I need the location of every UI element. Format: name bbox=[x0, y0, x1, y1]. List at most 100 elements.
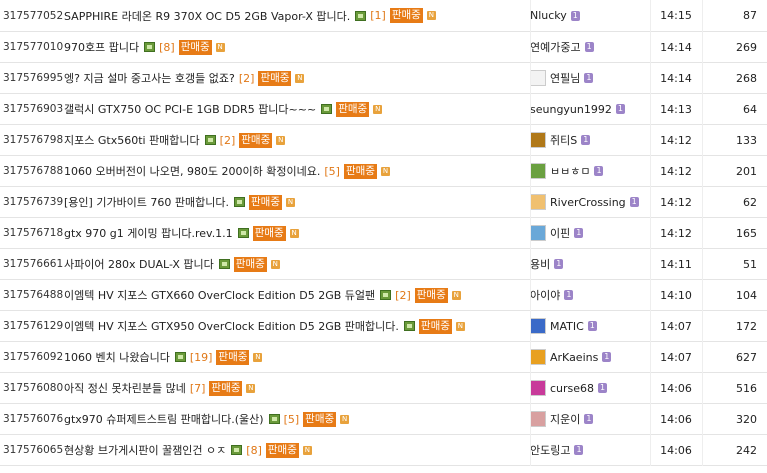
sale-status-badge: 판매중 bbox=[239, 132, 273, 148]
comment-count[interactable]: [5] bbox=[324, 165, 340, 178]
level-badge-icon: 1 bbox=[629, 197, 639, 207]
new-post-icon: N bbox=[426, 11, 436, 20]
author-name[interactable]: Nlucky bbox=[530, 9, 567, 22]
author-avatar-icon bbox=[530, 349, 546, 365]
post-title-link[interactable]: 970호프 팝니다 bbox=[64, 39, 139, 55]
post-row: 317576076 gtx970 슈퍼제트스트림 판매합니다.(울산) [5] 판매중… bbox=[0, 404, 767, 435]
sale-status-badge: 판매중 bbox=[414, 287, 448, 303]
comment-count[interactable]: [2] bbox=[220, 134, 236, 147]
view-count: 516 bbox=[736, 381, 757, 395]
post-time: 14:12 bbox=[660, 226, 692, 240]
author-avatar-icon bbox=[530, 225, 546, 241]
level-badge-icon: 1 bbox=[570, 10, 580, 21]
post-title-link[interactable]: 1060 벤치 나왔습니다 bbox=[64, 349, 170, 365]
author-name[interactable]: 아이야 bbox=[530, 287, 560, 303]
post-row: 317576718 gtx 970 g1 게이밍 팝니다.rev.1.1 판매중 N 이… bbox=[0, 218, 767, 249]
level-badge-icon: 1 bbox=[574, 445, 584, 455]
post-title-link[interactable]: 사파이어 280x DUAL-X 팝니다 bbox=[64, 256, 214, 272]
comment-count[interactable]: [8] bbox=[246, 444, 262, 457]
author-avatar-icon bbox=[530, 132, 546, 148]
author-name[interactable]: curse68 bbox=[550, 382, 594, 395]
level-badge-icon: 1 bbox=[598, 383, 608, 393]
author-cell: seungyun1992 1 bbox=[530, 103, 650, 116]
author-name[interactable]: 안도링고 bbox=[530, 442, 570, 458]
post-row: 317576065 현상황 브가게시판이 꿀잼인건 ㅇㅈ [8] 판매중 N 안도링고 1 1… bbox=[0, 435, 767, 466]
post-time: 14:12 bbox=[660, 164, 692, 178]
level-badge-icon: 1 bbox=[574, 228, 584, 238]
level-badge-icon: 1 bbox=[564, 290, 574, 300]
post-number: 317576488 bbox=[3, 289, 64, 301]
author-name[interactable]: ㅂㅂㅎㅁ bbox=[550, 163, 590, 179]
post-title-link[interactable]: 엥? 지금 설마 중고사는 호갱들 없죠? bbox=[64, 70, 235, 86]
post-title-link[interactable]: [용인] 기가바이트 760 판매합니다. bbox=[64, 194, 229, 210]
comment-count[interactable]: [2] bbox=[395, 289, 411, 302]
post-title-link[interactable]: 1060 오버버전이 나오면, 980도 200이하 확정이네요. bbox=[64, 163, 320, 179]
author-avatar-icon bbox=[530, 70, 546, 86]
sale-status-badge: 판매중 bbox=[252, 225, 286, 241]
sale-status-badge: 판매중 bbox=[233, 256, 267, 272]
author-name[interactable]: 지운이 bbox=[550, 411, 580, 427]
post-row: 317576798 지포스 Gtx560ti 판매합니다 [2] 판매중 N 쥐티S 1 14… bbox=[0, 125, 767, 156]
comment-count[interactable]: [2] bbox=[239, 72, 255, 85]
image-attached-icon bbox=[234, 197, 246, 207]
author-name[interactable]: MATIC bbox=[550, 320, 584, 333]
author-name[interactable]: ArKaeins bbox=[550, 351, 598, 364]
author-cell: 안도링고 1 bbox=[530, 442, 650, 458]
author-name[interactable]: seungyun1992 bbox=[530, 103, 612, 116]
author-cell: 연필님 1 bbox=[530, 70, 650, 86]
comment-count[interactable]: [8] bbox=[159, 41, 175, 54]
post-title-cell: [용인] 기가바이트 760 판매합니다. 판매중 N bbox=[64, 194, 530, 210]
image-attached-icon bbox=[321, 104, 333, 114]
view-count: 64 bbox=[743, 102, 757, 116]
author-name[interactable]: RiverCrossing bbox=[550, 196, 626, 209]
post-title-cell: gtx 970 g1 게이밍 팝니다.rev.1.1 판매중 N bbox=[64, 225, 530, 241]
post-title-link[interactable]: gtx970 슈퍼제트스트림 판매합니다.(울산) bbox=[64, 411, 264, 427]
post-title-cell: gtx970 슈퍼제트스트림 판매합니다.(울산) [5] 판매중 N bbox=[64, 411, 530, 427]
post-number: 317576718 bbox=[3, 227, 64, 239]
author-name[interactable]: 연예가중고 bbox=[530, 39, 581, 55]
post-time: 14:10 bbox=[660, 288, 692, 302]
post-title-link[interactable]: 현상황 브가게시판이 꿀잼인건 ㅇㅈ bbox=[64, 442, 226, 458]
post-time: 14:13 bbox=[660, 102, 692, 116]
author-name[interactable]: 용비 bbox=[530, 256, 550, 272]
author-avatar-icon bbox=[530, 318, 546, 334]
image-attached-icon bbox=[355, 10, 367, 21]
post-title-cell: SAPPHIRE 라데온 R9 370X OC D5 2GB Vapor-X 팝… bbox=[64, 8, 530, 24]
post-title-link[interactable]: 갤럭시 GTX750 OC PCI-E 1GB DDR5 팝니다~~~ bbox=[64, 101, 316, 117]
comment-count[interactable]: [1] bbox=[370, 9, 386, 22]
author-cell: 아이야 1 bbox=[530, 287, 650, 303]
author-name[interactable]: 연필님 bbox=[550, 70, 580, 86]
post-title-cell: 이엠텍 HV 지포스 GTX660 OverClock Edition D5 2… bbox=[64, 287, 530, 303]
post-number: 317576065 bbox=[3, 444, 64, 456]
view-count: 87 bbox=[743, 9, 757, 22]
author-name[interactable]: 쥐티S bbox=[550, 132, 577, 148]
post-number: 317576788 bbox=[3, 165, 64, 177]
new-post-icon: N bbox=[246, 383, 256, 393]
new-post-icon: N bbox=[302, 445, 312, 455]
post-row: 317576788 1060 오버버전이 나오면, 980도 200이하 확정이네… bbox=[0, 156, 767, 187]
level-badge-icon: 1 bbox=[584, 73, 594, 83]
post-title-link[interactable]: 아직 정신 못차린분들 많네 bbox=[64, 380, 186, 396]
post-title-link[interactable]: 지포스 Gtx560ti 판매합니다 bbox=[64, 132, 200, 148]
author-cell: 쥐티S 1 bbox=[530, 132, 650, 148]
author-name[interactable]: 이핀 bbox=[550, 225, 570, 241]
post-title-cell: 사파이어 280x DUAL-X 팝니다 판매중 N bbox=[64, 256, 530, 272]
author-avatar-icon bbox=[530, 380, 546, 396]
new-post-icon: N bbox=[373, 104, 383, 114]
sale-status-badge: 판매중 bbox=[249, 194, 282, 210]
post-title-cell: 이엠텍 HV 지포스 GTX950 OverClock Edition D5 2… bbox=[64, 318, 530, 334]
comment-count[interactable]: [5] bbox=[284, 413, 300, 426]
author-cell: ArKaeins 1 bbox=[530, 349, 650, 365]
sale-status-badge: 판매중 bbox=[303, 411, 337, 427]
post-title-link[interactable]: gtx 970 g1 게이밍 팝니다.rev.1.1 bbox=[64, 225, 233, 241]
new-post-icon: N bbox=[286, 197, 295, 207]
sale-status-badge: 판매중 bbox=[258, 70, 292, 86]
view-count: 268 bbox=[736, 71, 757, 85]
post-title-link[interactable]: SAPPHIRE 라데온 R9 370X OC D5 2GB Vapor-X 팝… bbox=[64, 8, 350, 24]
new-post-icon: N bbox=[270, 259, 280, 269]
comment-count[interactable]: [7] bbox=[190, 382, 206, 395]
author-cell: RiverCrossing 1 bbox=[530, 194, 650, 210]
post-title-link[interactable]: 이엠텍 HV 지포스 GTX660 OverClock Edition D5 2… bbox=[64, 287, 375, 303]
post-title-link[interactable]: 이엠텍 HV 지포스 GTX950 OverClock Edition D5 2… bbox=[64, 318, 399, 334]
comment-count[interactable]: [19] bbox=[190, 351, 213, 364]
